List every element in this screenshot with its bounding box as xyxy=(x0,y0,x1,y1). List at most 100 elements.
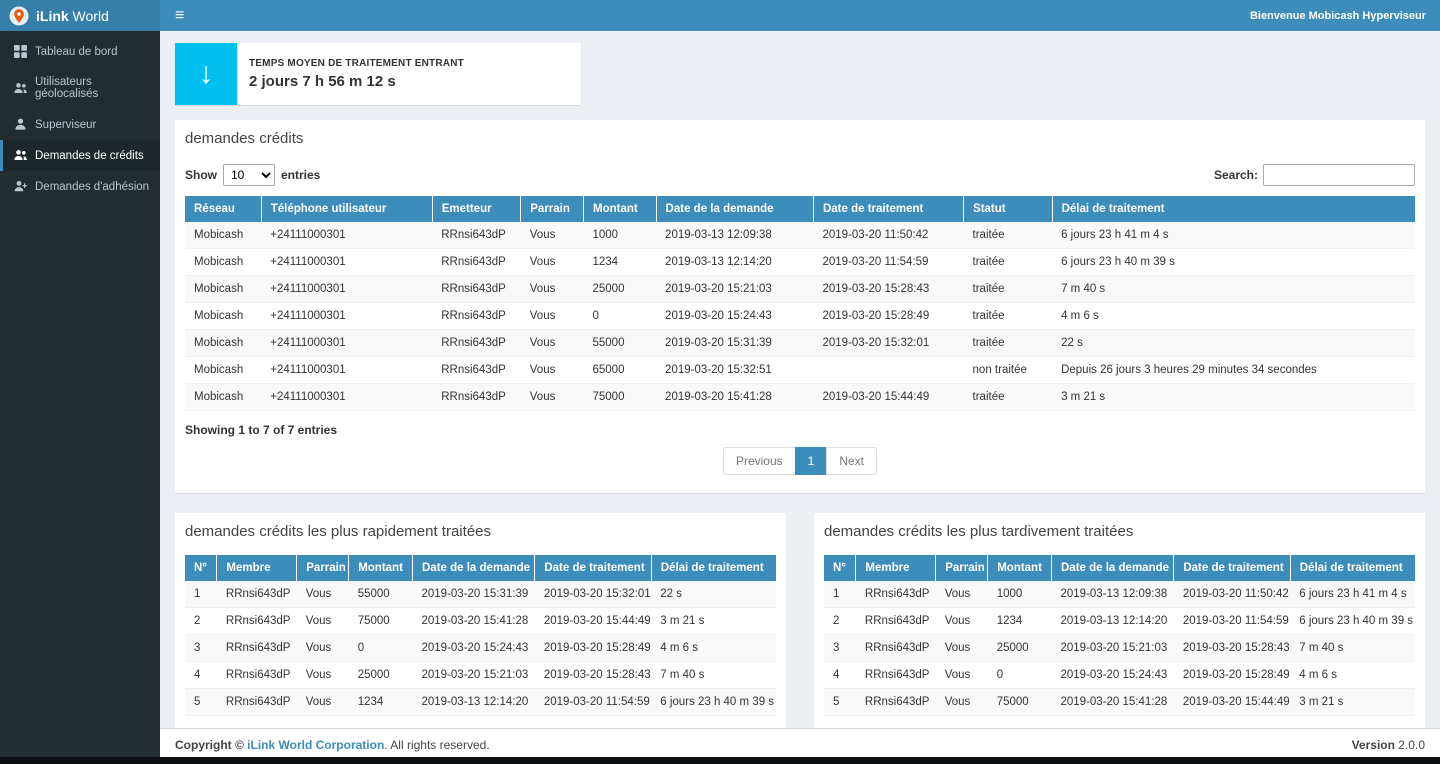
table-cell: 2 xyxy=(185,608,217,635)
column-header: Date de la demande xyxy=(1052,555,1174,581)
table-cell: 2019-03-20 11:50:42 xyxy=(813,222,963,249)
page-length-control: Show 10 entries xyxy=(185,164,320,186)
table-cell: 7 m 40 s xyxy=(1290,635,1415,662)
table-row: 3RRnsi643dPVous250002019-03-20 15:21:032… xyxy=(824,635,1415,662)
column-header: Parrain xyxy=(297,555,349,581)
fastest-panel-body: N°MembreParrainMontantDate de la demande… xyxy=(175,549,786,728)
table-cell: 2019-03-20 15:24:43 xyxy=(413,635,535,662)
table-row: Mobicash+24111000301RRnsi643dPVous750002… xyxy=(185,384,1415,411)
table-row: 4RRnsi643dPVous250002019-03-20 15:21:032… xyxy=(185,662,776,689)
sidebar-item-label: Tableau de bord xyxy=(35,46,117,58)
show-label: Show xyxy=(185,168,217,182)
table-cell: 2019-03-20 15:41:28 xyxy=(656,384,813,411)
column-header[interactable]: Date de la demande xyxy=(656,196,813,222)
table-cell: 4 xyxy=(824,662,856,689)
rights-text: . All rights reserved. xyxy=(384,738,489,752)
table-cell: 0 xyxy=(988,662,1052,689)
table-cell: 2019-03-20 15:41:28 xyxy=(413,608,535,635)
table-cell: 55000 xyxy=(349,581,413,608)
sidebar-menu: Tableau de bord Utilisateurs géolocalisé… xyxy=(0,36,160,202)
page-1-button[interactable]: 1 xyxy=(795,447,828,475)
column-header: Date de traitement xyxy=(535,555,651,581)
column-header: Parrain xyxy=(936,555,988,581)
table-cell: 2019-03-20 15:28:49 xyxy=(813,303,963,330)
brand-title: iLink World xyxy=(36,8,109,24)
panel-title: demandes crédits xyxy=(185,130,303,147)
table-row: 5RRnsi643dPVous12342019-03-13 12:14:2020… xyxy=(185,689,776,716)
sidebar-toggle-button[interactable]: ≡ xyxy=(160,0,199,31)
table-cell: traitée xyxy=(964,276,1053,303)
table-cell: RRnsi643dP xyxy=(217,581,297,608)
table-cell: 22 s xyxy=(651,581,776,608)
sidebar-item-tableau-de-bord[interactable]: Tableau de bord xyxy=(0,36,160,67)
table-cell: 0 xyxy=(583,303,656,330)
column-header[interactable]: Emetteur xyxy=(432,196,521,222)
table-cell: Vous xyxy=(936,581,988,608)
table-cell: 2019-03-20 15:24:43 xyxy=(656,303,813,330)
brand-logo[interactable]: iLink World xyxy=(0,0,160,31)
table-cell: 0 xyxy=(349,635,413,662)
page-length-select[interactable]: 10 xyxy=(223,164,275,186)
search-input[interactable] xyxy=(1263,164,1415,186)
company-link[interactable]: iLink World Corporation xyxy=(247,738,384,752)
table-cell: 5 xyxy=(185,689,217,716)
table-cell: Vous xyxy=(297,581,349,608)
column-header: Montant xyxy=(349,555,413,581)
version-label: Version xyxy=(1352,738,1395,752)
table-cell: 22 s xyxy=(1052,330,1415,357)
table-cell: 6 jours 23 h 40 m 39 s xyxy=(1290,608,1415,635)
welcome-text[interactable]: Bienvenue Mobicash Hyperviseur xyxy=(1250,10,1440,22)
table-cell: RRnsi643dP xyxy=(856,635,936,662)
table-cell: Vous xyxy=(936,608,988,635)
table-cell: 2019-03-20 11:54:59 xyxy=(1174,608,1290,635)
search-label: Search: xyxy=(1214,168,1258,182)
table-row: 5RRnsi643dPVous750002019-03-20 15:41:282… xyxy=(824,689,1415,716)
next-page-button[interactable]: Next xyxy=(826,447,877,475)
panel-title: demandes crédits les plus tardivement tr… xyxy=(824,523,1133,540)
pagination: Previous 1 Next xyxy=(185,447,1415,475)
column-header[interactable]: Délai de traitement xyxy=(1052,196,1415,222)
table-cell: RRnsi643dP xyxy=(856,689,936,716)
sidebar-item-label: Demandes d'adhésion xyxy=(35,181,149,193)
table-cell: Mobicash xyxy=(185,384,261,411)
table-cell: Vous xyxy=(521,330,584,357)
logo-icon xyxy=(9,6,29,26)
table-cell xyxy=(813,357,963,384)
table-cell: 75000 xyxy=(988,689,1052,716)
table-cell: 2019-03-20 15:44:49 xyxy=(1174,689,1290,716)
previous-page-button[interactable]: Previous xyxy=(723,447,796,475)
column-header[interactable]: Téléphone utilisateur xyxy=(261,196,432,222)
column-header[interactable]: Parrain xyxy=(521,196,584,222)
column-header[interactable]: Statut xyxy=(964,196,1053,222)
table-cell: 6 jours 23 h 41 m 4 s xyxy=(1290,581,1415,608)
table-cell: 2019-03-20 15:21:03 xyxy=(413,662,535,689)
table-cell: 2019-03-20 15:24:43 xyxy=(1052,662,1174,689)
sidebar-item-demandes-de-credits[interactable]: Demandes de crédits xyxy=(0,140,160,171)
column-header[interactable]: Date de traitement xyxy=(813,196,963,222)
sidebar-item-label: Superviseur xyxy=(35,119,96,131)
table-cell: 7 m 40 s xyxy=(651,662,776,689)
table-cell: 6 jours 23 h 41 m 4 s xyxy=(1052,222,1415,249)
table-cell: Vous xyxy=(936,689,988,716)
dashboard-icon xyxy=(14,45,27,58)
column-header: Montant xyxy=(988,555,1052,581)
table-cell: 2019-03-20 15:28:43 xyxy=(535,662,651,689)
column-header[interactable]: Montant xyxy=(583,196,656,222)
sidebar-item-demandes-adhesion[interactable]: Demandes d'adhésion xyxy=(0,171,160,202)
table-cell: 2019-03-20 11:50:42 xyxy=(1174,581,1290,608)
sidebar-item-utilisateurs-geolocalises[interactable]: Utilisateurs géolocalisés xyxy=(0,67,160,109)
sidebar-item-superviseur[interactable]: Superviseur xyxy=(0,109,160,140)
table-cell: 2019-03-20 15:28:49 xyxy=(535,635,651,662)
slowest-panel: demandes crédits les plus tardivement tr… xyxy=(814,513,1425,728)
column-header[interactable]: Réseau xyxy=(185,196,261,222)
table-row: 2RRnsi643dPVous12342019-03-13 12:14:2020… xyxy=(824,608,1415,635)
table-cell: 4 m 6 s xyxy=(1052,303,1415,330)
info-box-content: TEMPS MOYEN DE TRAITEMENT ENTRANT 2 jour… xyxy=(237,43,476,105)
users-geo-icon xyxy=(14,82,27,95)
table-row: Mobicash+24111000301RRnsi643dPVous550002… xyxy=(185,330,1415,357)
table-cell: Vous xyxy=(521,384,584,411)
slowest-panel-header: demandes crédits les plus tardivement tr… xyxy=(814,513,1425,549)
table-header-row: RéseauTéléphone utilisateurEmetteurParra… xyxy=(185,196,1415,222)
table-cell: +24111000301 xyxy=(261,276,432,303)
table-row: 2RRnsi643dPVous750002019-03-20 15:41:282… xyxy=(185,608,776,635)
